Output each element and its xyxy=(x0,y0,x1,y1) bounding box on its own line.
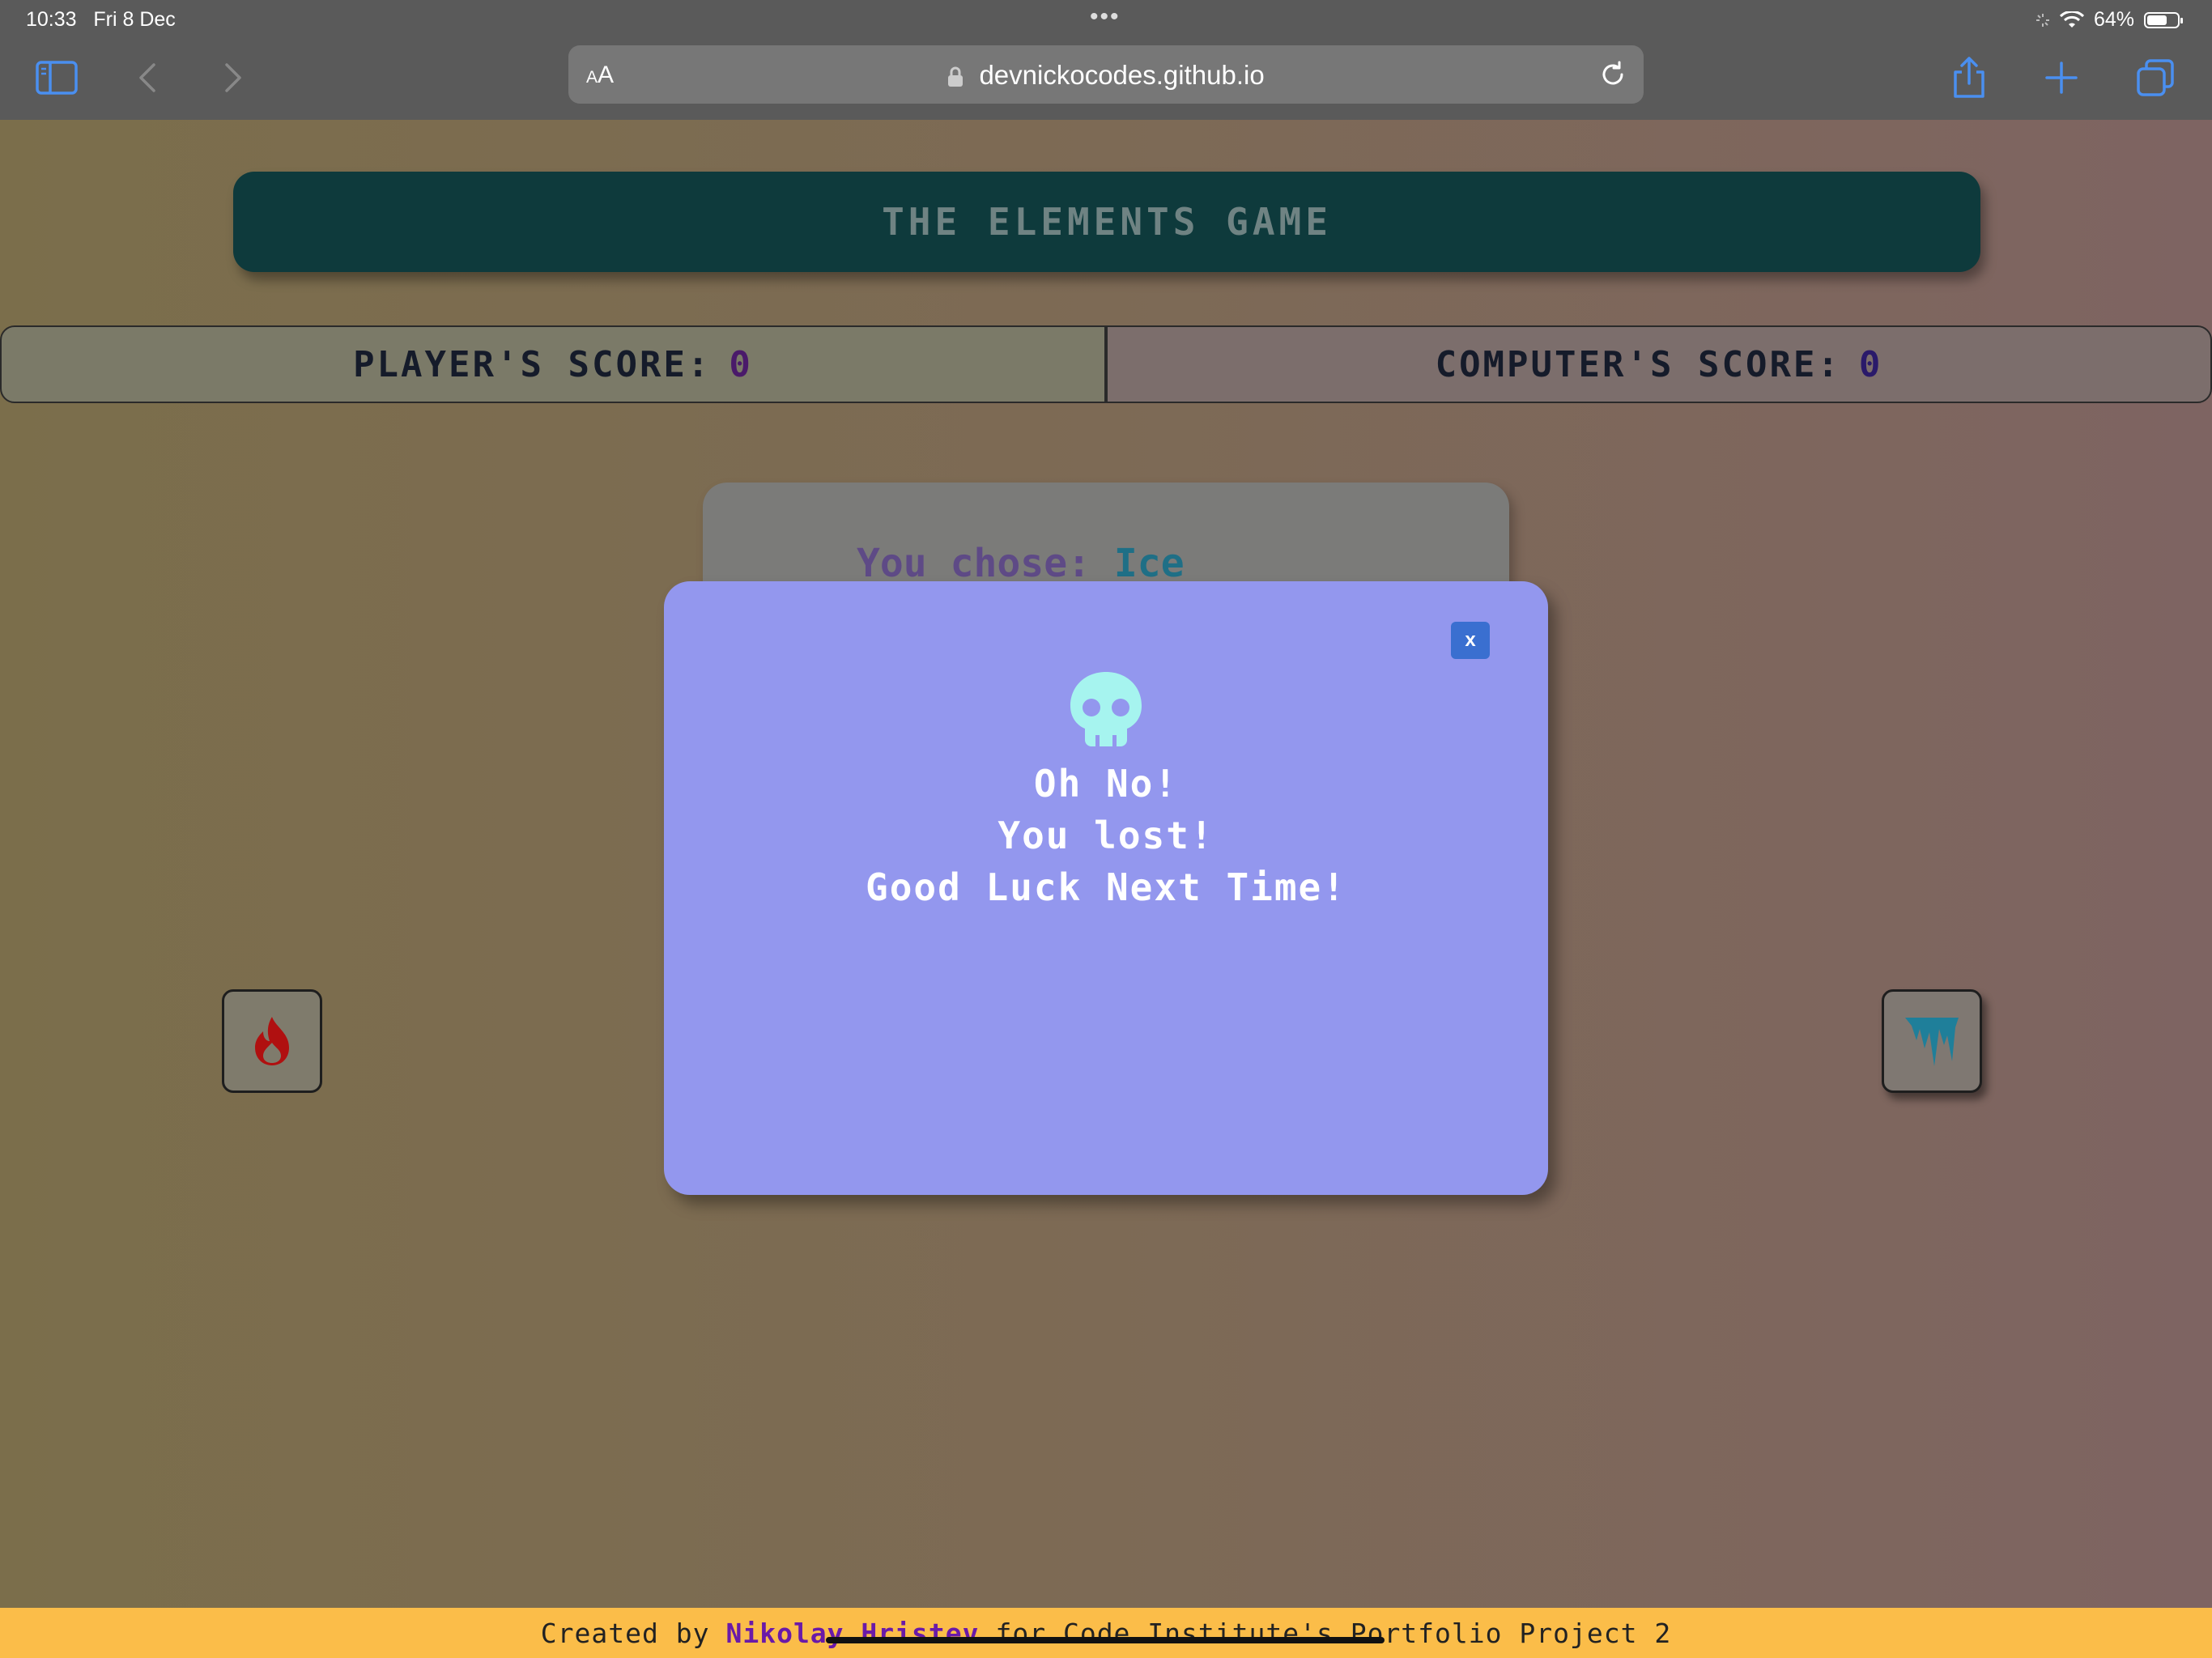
player-score-panel: PLAYER'S SCORE: 0 xyxy=(0,325,1106,403)
result-line-3: Good Luck Next Time! xyxy=(866,865,1346,909)
url-field[interactable]: devnickocodes.github.io xyxy=(568,60,1644,91)
fire-icon xyxy=(255,1017,289,1065)
result-modal: x Oh No! You lost! Good Luck Next Time! xyxy=(664,581,1548,1195)
multitasking-dots-icon[interactable]: ••• xyxy=(1090,3,1121,31)
status-right: 64% xyxy=(2035,8,2183,32)
player-choice-box xyxy=(222,989,322,1093)
share-icon[interactable] xyxy=(1945,53,1993,102)
home-indicator[interactable] xyxy=(826,1637,1385,1643)
player-score-value: 0 xyxy=(729,343,753,385)
activity-spinner-icon xyxy=(2035,13,2049,27)
page-footer: Created by Nikolay Hristev for Code Inst… xyxy=(0,1608,2212,1658)
footer-suffix: for Code Institute's Portfolio Project 2 xyxy=(995,1617,1672,1649)
battery-percent: 64% xyxy=(2093,8,2134,31)
status-bar: 10:33 Fri 8 Dec ••• 64% xyxy=(0,0,2212,40)
result-message: Oh No! You lost! Good Luck Next Time! xyxy=(664,758,1548,913)
address-bar[interactable]: AA devnickocodes.github.io xyxy=(568,45,1644,104)
status-time: 10:33 Fri 8 Dec xyxy=(26,8,176,31)
game-title: THE ELEMENTS GAME xyxy=(882,200,1332,244)
back-icon[interactable] xyxy=(123,53,172,102)
reload-icon[interactable] xyxy=(1597,58,1629,91)
lock-icon xyxy=(948,66,963,87)
player-choice-value: Ice xyxy=(1113,541,1185,586)
computer-choice-box xyxy=(1882,989,1982,1093)
computer-score-panel: COMPUTER'S SCORE: 0 xyxy=(1106,325,2212,403)
close-modal-button[interactable]: x xyxy=(1451,622,1490,659)
browser-toolbar: AA devnickocodes.github.io xyxy=(0,40,2212,120)
game-title-banner: THE ELEMENTS GAME xyxy=(233,172,1980,272)
footer-author-link[interactable]: Nikolay Hristev xyxy=(725,1618,979,1649)
forward-icon[interactable] xyxy=(209,53,257,102)
computer-score-label: COMPUTER'S SCORE: xyxy=(1435,343,1841,385)
footer-prefix: Created by xyxy=(540,1617,710,1649)
new-tab-icon[interactable] xyxy=(2037,53,2086,102)
result-line-1: Oh No! xyxy=(1033,762,1179,806)
sidebar-icon[interactable] xyxy=(32,53,81,102)
url-text: devnickocodes.github.io xyxy=(979,60,1265,90)
tabs-icon[interactable] xyxy=(2131,53,2180,102)
wifi-icon xyxy=(2059,11,2084,28)
battery-icon xyxy=(2144,11,2183,28)
score-bar: PLAYER'S SCORE: 0 COMPUTER'S SCORE: 0 xyxy=(0,325,2212,403)
result-line-2: You lost! xyxy=(998,814,1214,857)
player-choice-text: You chose: Ice xyxy=(857,541,1185,586)
skull-icon xyxy=(1070,672,1142,746)
player-score-label: PLAYER'S SCORE: xyxy=(353,343,712,385)
ice-icon xyxy=(1905,1018,1959,1066)
computer-score-value: 0 xyxy=(1858,343,1883,385)
